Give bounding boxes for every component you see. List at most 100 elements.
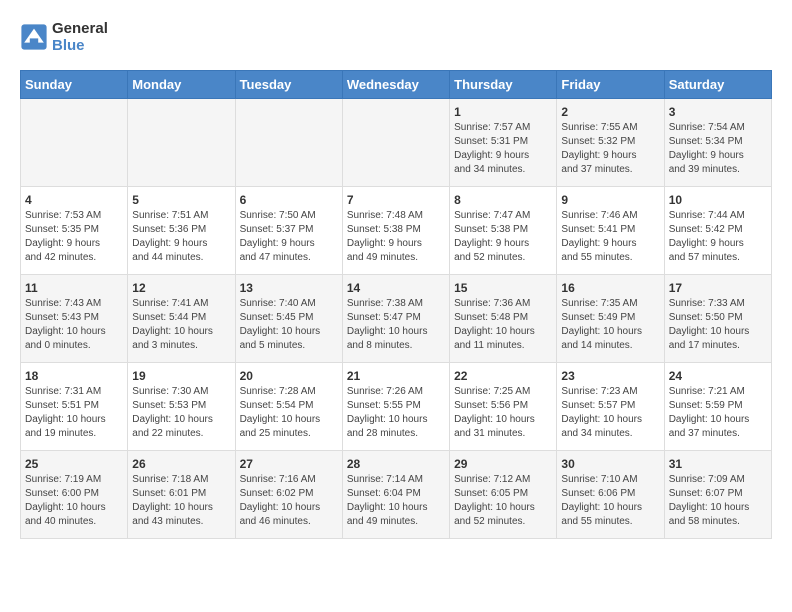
calendar-cell: 16Sunrise: 7:35 AM Sunset: 5:49 PM Dayli… xyxy=(557,275,664,363)
day-number: 3 xyxy=(669,105,767,119)
week-row-3: 11Sunrise: 7:43 AM Sunset: 5:43 PM Dayli… xyxy=(21,275,772,363)
header-friday: Friday xyxy=(557,71,664,99)
day-info: Sunrise: 7:35 AM Sunset: 5:49 PM Dayligh… xyxy=(561,297,659,353)
day-number: 28 xyxy=(347,457,445,471)
day-info: Sunrise: 7:19 AM Sunset: 6:00 PM Dayligh… xyxy=(25,473,123,529)
day-info: Sunrise: 7:55 AM Sunset: 5:32 PM Dayligh… xyxy=(561,121,659,177)
day-info: Sunrise: 7:41 AM Sunset: 5:44 PM Dayligh… xyxy=(132,297,230,353)
day-number: 5 xyxy=(132,193,230,207)
day-info: Sunrise: 7:21 AM Sunset: 5:59 PM Dayligh… xyxy=(669,385,767,441)
logo: General Blue xyxy=(20,20,108,54)
calendar-cell: 24 Sunrise: 7:21 AM Sunset: 5:59 PM Dayli… xyxy=(664,363,771,451)
day-info: Sunrise: 7:16 AM Sunset: 6:02 PM Dayligh… xyxy=(240,473,338,529)
calendar-header-row: SundayMondayTuesdayWednesdayThursdayFrid… xyxy=(21,71,772,99)
day-info: Sunrise: 7:14 AM Sunset: 6:04 PM Dayligh… xyxy=(347,473,445,529)
day-info: Sunrise: 7:46 AM Sunset: 5:41 PM Dayligh… xyxy=(561,209,659,265)
day-info: Sunrise: 7:50 AM Sunset: 5:37 PM Dayligh… xyxy=(240,209,338,265)
day-number: 20 xyxy=(240,369,338,383)
calendar-cell: 30 Sunrise: 7:10 AM Sunset: 6:06 PM Dayli… xyxy=(557,451,664,539)
header-saturday: Saturday xyxy=(664,71,771,99)
day-info: Sunrise: 7:12 AM Sunset: 6:05 PM Dayligh… xyxy=(454,473,552,529)
calendar-cell: 18 Sunrise: 7:31 AM Sunset: 5:51 PM Dayli… xyxy=(21,363,128,451)
header-wednesday: Wednesday xyxy=(342,71,449,99)
calendar-cell: 5 Sunrise: 7:51 AM Sunset: 5:36 PM Daylig… xyxy=(128,187,235,275)
calendar-cell: 8 Sunrise: 7:47 AM Sunset: 5:38 PM Daylig… xyxy=(450,187,557,275)
day-info: Sunrise: 7:54 AM Sunset: 5:34 PM Dayligh… xyxy=(669,121,767,177)
day-info: Sunrise: 7:57 AM Sunset: 5:31 PM Dayligh… xyxy=(454,121,552,177)
day-number: 2 xyxy=(561,105,659,119)
day-info: Sunrise: 7:25 AM Sunset: 5:56 PM Dayligh… xyxy=(454,385,552,441)
day-info: Sunrise: 7:09 AM Sunset: 6:07 PM Dayligh… xyxy=(669,473,767,529)
day-number: 4 xyxy=(25,193,123,207)
day-number: 8 xyxy=(454,193,552,207)
day-number: 11 xyxy=(25,281,123,295)
day-info: Sunrise: 7:36 AM Sunset: 5:48 PM Dayligh… xyxy=(454,297,552,353)
calendar-cell: 7Sunrise: 7:48 AM Sunset: 5:38 PM Daylig… xyxy=(342,187,449,275)
day-info: Sunrise: 7:44 AM Sunset: 5:42 PM Dayligh… xyxy=(669,209,767,265)
day-info: Sunrise: 7:26 AM Sunset: 5:55 PM Dayligh… xyxy=(347,385,445,441)
logo-icon xyxy=(20,23,48,51)
day-number: 21 xyxy=(347,369,445,383)
day-info: Sunrise: 7:18 AM Sunset: 6:01 PM Dayligh… xyxy=(132,473,230,529)
week-row-1: 1Sunrise: 7:57 AM Sunset: 5:31 PM Daylig… xyxy=(21,99,772,187)
day-number: 14 xyxy=(347,281,445,295)
day-number: 6 xyxy=(240,193,338,207)
calendar-cell xyxy=(21,99,128,187)
calendar-cell: 17 Sunrise: 7:33 AM Sunset: 5:50 PM Dayli… xyxy=(664,275,771,363)
day-number: 30 xyxy=(561,457,659,471)
calendar-cell: 22 Sunrise: 7:25 AM Sunset: 5:56 PM Dayli… xyxy=(450,363,557,451)
day-info: Sunrise: 7:10 AM Sunset: 6:06 PM Dayligh… xyxy=(561,473,659,529)
calendar-cell xyxy=(342,99,449,187)
calendar-cell: 1Sunrise: 7:57 AM Sunset: 5:31 PM Daylig… xyxy=(450,99,557,187)
day-info: Sunrise: 7:28 AM Sunset: 5:54 PM Dayligh… xyxy=(240,385,338,441)
calendar-cell: 9 Sunrise: 7:46 AM Sunset: 5:41 PM Daylig… xyxy=(557,187,664,275)
calendar-cell: 31Sunrise: 7:09 AM Sunset: 6:07 PM Dayli… xyxy=(664,451,771,539)
calendar-cell: 6 Sunrise: 7:50 AM Sunset: 5:37 PM Daylig… xyxy=(235,187,342,275)
calendar-cell: 10 Sunrise: 7:44 AM Sunset: 5:42 PM Dayli… xyxy=(664,187,771,275)
page-header: General Blue xyxy=(20,20,772,54)
calendar-cell: 27Sunrise: 7:16 AM Sunset: 6:02 PM Dayli… xyxy=(235,451,342,539)
calendar-cell: 19 Sunrise: 7:30 AM Sunset: 5:53 PM Dayli… xyxy=(128,363,235,451)
calendar-cell: 28 Sunrise: 7:14 AM Sunset: 6:04 PM Dayli… xyxy=(342,451,449,539)
calendar-cell: 21 Sunrise: 7:26 AM Sunset: 5:55 PM Dayli… xyxy=(342,363,449,451)
calendar-cell: 13 Sunrise: 7:40 AM Sunset: 5:45 PM Dayli… xyxy=(235,275,342,363)
calendar-cell: 3 Sunrise: 7:54 AM Sunset: 5:34 PM Daylig… xyxy=(664,99,771,187)
calendar-cell: 14 Sunrise: 7:38 AM Sunset: 5:47 PM Dayli… xyxy=(342,275,449,363)
day-info: Sunrise: 7:30 AM Sunset: 5:53 PM Dayligh… xyxy=(132,385,230,441)
calendar-cell xyxy=(235,99,342,187)
calendar-cell: 25 Sunrise: 7:19 AM Sunset: 6:00 PM Dayli… xyxy=(21,451,128,539)
calendar-cell: 20 Sunrise: 7:28 AM Sunset: 5:54 PM Dayli… xyxy=(235,363,342,451)
day-info: Sunrise: 7:23 AM Sunset: 5:57 PM Dayligh… xyxy=(561,385,659,441)
day-number: 13 xyxy=(240,281,338,295)
day-number: 15 xyxy=(454,281,552,295)
calendar-cell: 26 Sunrise: 7:18 AM Sunset: 6:01 PM Dayli… xyxy=(128,451,235,539)
calendar-cell: 2 Sunrise: 7:55 AM Sunset: 5:32 PM Daylig… xyxy=(557,99,664,187)
day-number: 25 xyxy=(25,457,123,471)
day-number: 22 xyxy=(454,369,552,383)
week-row-4: 18 Sunrise: 7:31 AM Sunset: 5:51 PM Dayli… xyxy=(21,363,772,451)
day-info: Sunrise: 7:51 AM Sunset: 5:36 PM Dayligh… xyxy=(132,209,230,265)
day-info: Sunrise: 7:33 AM Sunset: 5:50 PM Dayligh… xyxy=(669,297,767,353)
calendar-cell: 23 Sunrise: 7:23 AM Sunset: 5:57 PM Dayli… xyxy=(557,363,664,451)
day-number: 19 xyxy=(132,369,230,383)
day-info: Sunrise: 7:48 AM Sunset: 5:38 PM Dayligh… xyxy=(347,209,445,265)
day-number: 24 xyxy=(669,369,767,383)
day-number: 17 xyxy=(669,281,767,295)
day-info: Sunrise: 7:53 AM Sunset: 5:35 PM Dayligh… xyxy=(25,209,123,265)
calendar-cell: 11Sunrise: 7:43 AM Sunset: 5:43 PM Dayli… xyxy=(21,275,128,363)
day-info: Sunrise: 7:31 AM Sunset: 5:51 PM Dayligh… xyxy=(25,385,123,441)
week-row-2: 4 Sunrise: 7:53 AM Sunset: 5:35 PM Daylig… xyxy=(21,187,772,275)
day-info: Sunrise: 7:47 AM Sunset: 5:38 PM Dayligh… xyxy=(454,209,552,265)
calendar-cell: 4 Sunrise: 7:53 AM Sunset: 5:35 PM Daylig… xyxy=(21,187,128,275)
day-number: 9 xyxy=(561,193,659,207)
header-sunday: Sunday xyxy=(21,71,128,99)
header-tuesday: Tuesday xyxy=(235,71,342,99)
day-number: 26 xyxy=(132,457,230,471)
day-number: 10 xyxy=(669,193,767,207)
calendar-cell: 12Sunrise: 7:41 AM Sunset: 5:44 PM Dayli… xyxy=(128,275,235,363)
day-number: 23 xyxy=(561,369,659,383)
day-info: Sunrise: 7:40 AM Sunset: 5:45 PM Dayligh… xyxy=(240,297,338,353)
day-number: 18 xyxy=(25,369,123,383)
day-info: Sunrise: 7:38 AM Sunset: 5:47 PM Dayligh… xyxy=(347,297,445,353)
calendar-table: SundayMondayTuesdayWednesdayThursdayFrid… xyxy=(20,70,772,539)
